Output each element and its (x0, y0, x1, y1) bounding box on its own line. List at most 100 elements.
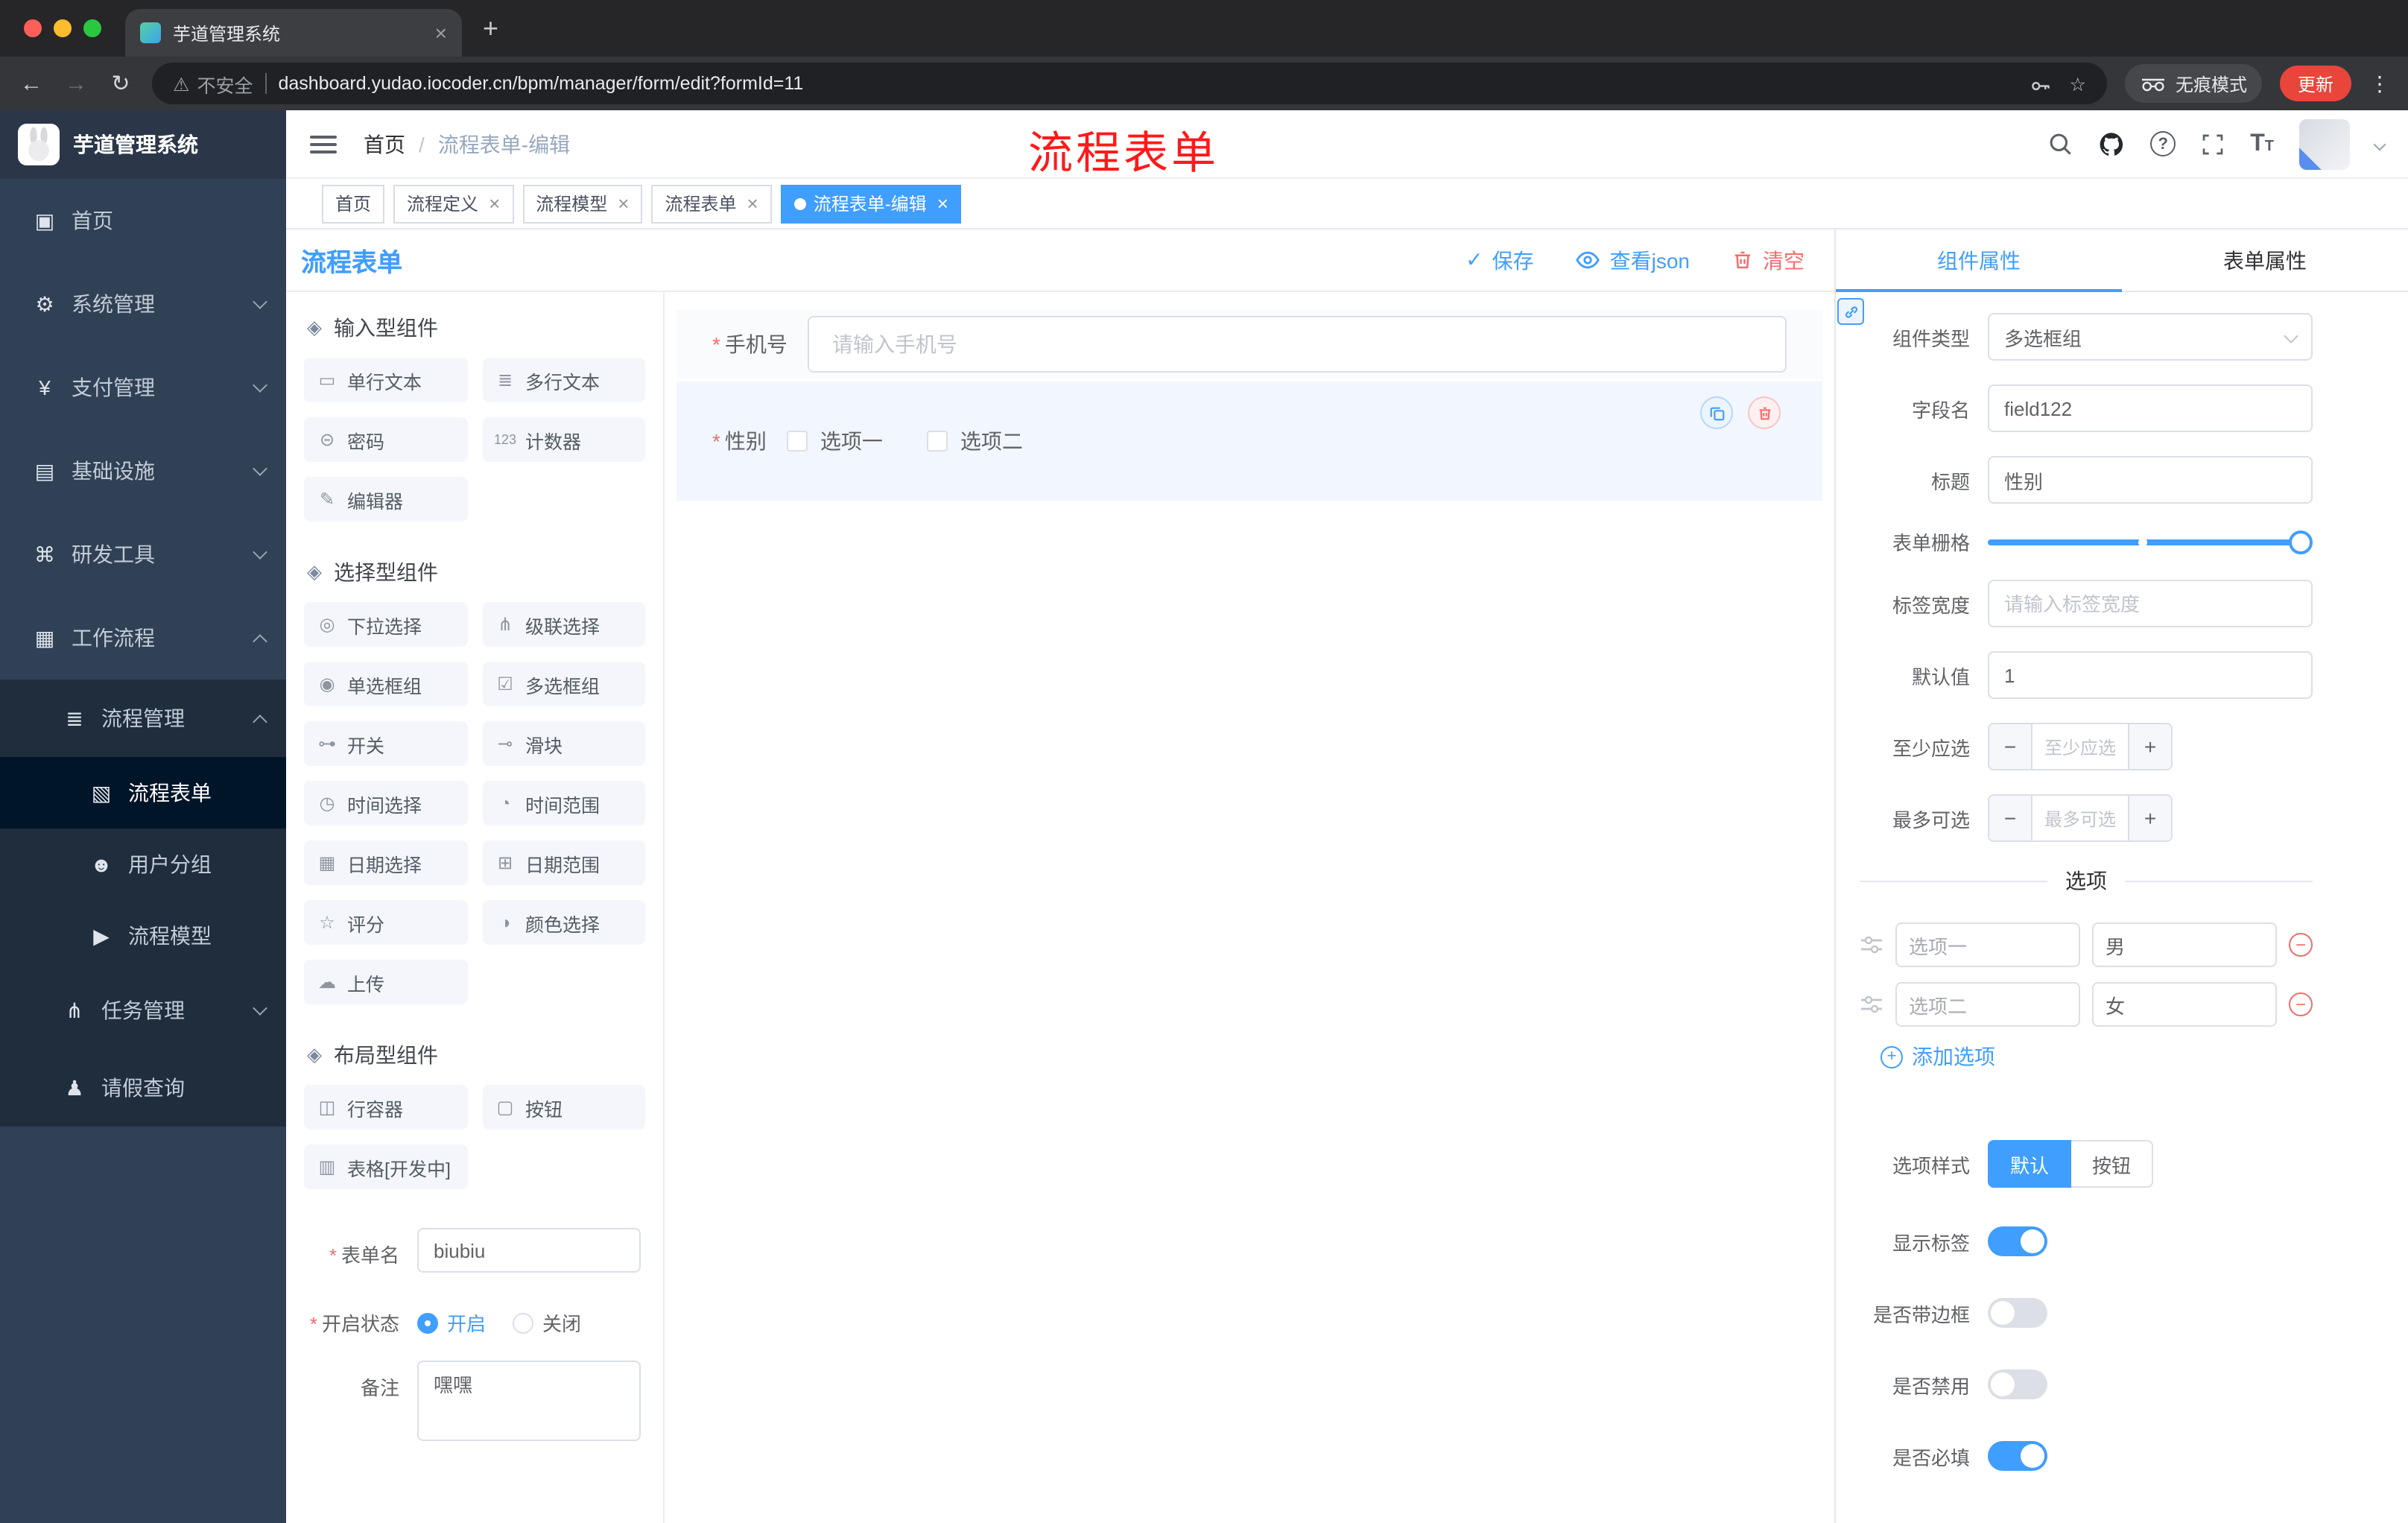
phone-input[interactable] (808, 316, 1787, 373)
back-button[interactable]: ← (18, 71, 45, 96)
tag-process-definition[interactable]: 流程定义 × (393, 184, 514, 223)
title-input[interactable] (1988, 456, 2313, 504)
sidebar-item-process-model[interactable]: ▶ 流程模型 (0, 900, 286, 972)
sidebar-item-devtools[interactable]: ⌘ 研发工具 (0, 513, 286, 596)
palette-item-rate[interactable]: ☆ 评分 (304, 900, 467, 945)
form-name-input[interactable] (417, 1228, 641, 1273)
github-icon[interactable] (2098, 130, 2125, 157)
update-button[interactable]: 更新 (2279, 66, 2351, 101)
browser-menu-icon[interactable]: ⋮ (2369, 71, 2390, 96)
sidebar-item-payment[interactable]: ¥ 支付管理 (0, 346, 286, 429)
add-option-button[interactable]: + 添加选项 (1881, 1042, 2313, 1071)
url-bar[interactable]: ⚠ 不安全 dashboard.yudao.iocoder.cn/bpm/man… (152, 63, 2107, 104)
app-logo[interactable]: 芋道管理系统 (0, 110, 286, 179)
max-select-value[interactable]: 最多可选 (2032, 796, 2128, 840)
font-size-icon[interactable]: TT (2250, 130, 2274, 157)
palette-item-date-range[interactable]: ⊞ 日期范围 (482, 840, 645, 885)
palette-item-radio-group[interactable]: ◉ 单选框组 (304, 662, 467, 706)
status-on-radio[interactable]: 开启 (417, 1296, 486, 1337)
view-json-button[interactable]: 查看json (1576, 245, 1690, 275)
save-button[interactable]: ✓ 保存 (1466, 245, 1533, 275)
min-select-value[interactable]: 至少应选 (2032, 724, 2128, 769)
form-remark-textarea[interactable]: 嘿嘿 (417, 1361, 641, 1441)
tab-form-props[interactable]: 表单属性 (2122, 229, 2408, 291)
copy-field-button[interactable] (1700, 396, 1733, 429)
default-value-input[interactable] (1988, 651, 2313, 699)
gender-option-2-checkbox[interactable]: 选项二 (927, 426, 1023, 456)
zoom-window-button[interactable] (83, 19, 101, 37)
tag-close-icon[interactable]: × (489, 192, 500, 215)
disabled-toggle[interactable] (1988, 1370, 2047, 1399)
gender-option-1-checkbox[interactable]: 选项一 (787, 426, 883, 456)
label-width-input[interactable] (1988, 580, 2313, 627)
sidebar-item-process-mgmt[interactable]: ≣ 流程管理 (0, 680, 286, 757)
tag-process-form[interactable]: 流程表单 × (651, 184, 772, 223)
status-off-radio[interactable]: 关闭 (513, 1296, 581, 1337)
palette-item-table[interactable]: ▥ 表格[开发中] (304, 1144, 467, 1189)
delete-field-button[interactable] (1748, 396, 1781, 429)
sidebar-item-task-mgmt[interactable]: ⋔ 任务管理 (0, 972, 286, 1049)
remove-option-button[interactable]: − (2289, 933, 2313, 957)
canvas-field-gender-selected[interactable]: 性别 选项一 选项二 (677, 381, 1822, 501)
field-name-input[interactable] (1988, 384, 2313, 432)
sidebar-item-leave-query[interactable]: ♟ 请假查询 (0, 1049, 286, 1127)
canvas-field-phone[interactable]: 手机号 (677, 310, 1822, 379)
forward-button[interactable]: → (63, 71, 89, 96)
palette-item-cascader[interactable]: ⋔ 级联选择 (482, 602, 645, 647)
sidebar-item-workflow[interactable]: ▦ 工作流程 (0, 596, 286, 680)
palette-item-checkbox-group[interactable]: ☑ 多选框组 (482, 662, 645, 706)
palette-item-password[interactable]: ⊝ 密码 (304, 417, 467, 462)
sidebar-item-infra[interactable]: ▤ 基础设施 (0, 429, 286, 513)
breadcrumb-home[interactable]: 首页 (364, 129, 405, 159)
search-icon[interactable] (2047, 131, 2073, 156)
remove-option-button[interactable]: − (2289, 992, 2313, 1016)
tag-process-model[interactable]: 流程模型 × (522, 184, 643, 223)
palette-item-counter[interactable]: 123 计数器 (482, 417, 645, 462)
reload-button[interactable]: ↻ (107, 70, 134, 97)
security-status[interactable]: ⚠ 不安全 (173, 69, 253, 98)
drag-handle-icon[interactable] (1860, 992, 1883, 1016)
password-key-icon[interactable] (2030, 72, 2052, 95)
style-default-button[interactable]: 默认 (1988, 1140, 2072, 1188)
palette-item-date-picker[interactable]: ▦ 日期选择 (304, 840, 467, 885)
palette-item-upload[interactable]: ☁ 上传 (304, 960, 467, 1004)
help-icon[interactable]: ? (2150, 131, 2176, 156)
option-value-input[interactable] (2092, 982, 2277, 1027)
palette-item-slider[interactable]: ⊸ 滑块 (482, 721, 645, 766)
bookmark-star-icon[interactable]: ☆ (2070, 72, 2086, 95)
show-label-toggle[interactable] (1988, 1226, 2047, 1256)
close-window-button[interactable] (24, 19, 42, 37)
with-border-toggle[interactable] (1988, 1298, 2047, 1328)
grid-slider[interactable] (1988, 530, 2313, 554)
tag-close-icon[interactable]: × (747, 192, 758, 215)
palette-item-switch[interactable]: ⊶ 开关 (304, 721, 467, 766)
palette-item-button[interactable]: ▢ 按钮 (482, 1085, 645, 1130)
hamburger-menu-icon[interactable] (310, 135, 337, 153)
option-label-input[interactable] (1895, 982, 2080, 1027)
field-link-badge[interactable] (1837, 298, 1864, 325)
palette-item-select[interactable]: ◎ 下拉选择 (304, 602, 467, 647)
increase-button[interactable]: + (2128, 796, 2171, 840)
palette-item-time-range[interactable]: ◔ 时间范围 (482, 781, 645, 826)
palette-item-multi-text[interactable]: ≣ 多行文本 (482, 358, 645, 402)
browser-tab[interactable]: 芋道管理系统 × (125, 9, 462, 57)
form-canvas[interactable]: 手机号 性别 选项一 选项二 (665, 292, 1834, 1523)
user-avatar[interactable] (2299, 118, 2350, 169)
sidebar-item-home[interactable]: ▣ 首页 (0, 179, 286, 262)
drag-handle-icon[interactable] (1860, 933, 1883, 957)
component-type-select[interactable]: 多选框组 (1988, 313, 2313, 361)
style-button-button[interactable]: 按钮 (2071, 1140, 2154, 1188)
sidebar-item-user-group[interactable]: ☻ 用户分组 (0, 829, 286, 900)
tab-component-props[interactable]: 组件属性 (1836, 229, 2122, 292)
decrease-button[interactable]: − (1989, 724, 2032, 769)
tag-process-form-edit[interactable]: 流程表单-编辑 × (780, 184, 962, 223)
tag-close-icon[interactable]: × (618, 192, 629, 215)
sidebar-item-process-form[interactable]: ▧ 流程表单 (0, 757, 286, 829)
increase-button[interactable]: + (2128, 724, 2171, 769)
clear-button[interactable]: 清空 (1731, 245, 1805, 275)
tag-home[interactable]: 首页 (322, 184, 385, 223)
palette-item-color-picker[interactable]: ◑ 颜色选择 (482, 900, 645, 945)
sidebar-item-system[interactable]: ⚙ 系统管理 (0, 262, 286, 346)
chevron-down-icon[interactable] (2373, 137, 2386, 151)
decrease-button[interactable]: − (1989, 796, 2032, 840)
